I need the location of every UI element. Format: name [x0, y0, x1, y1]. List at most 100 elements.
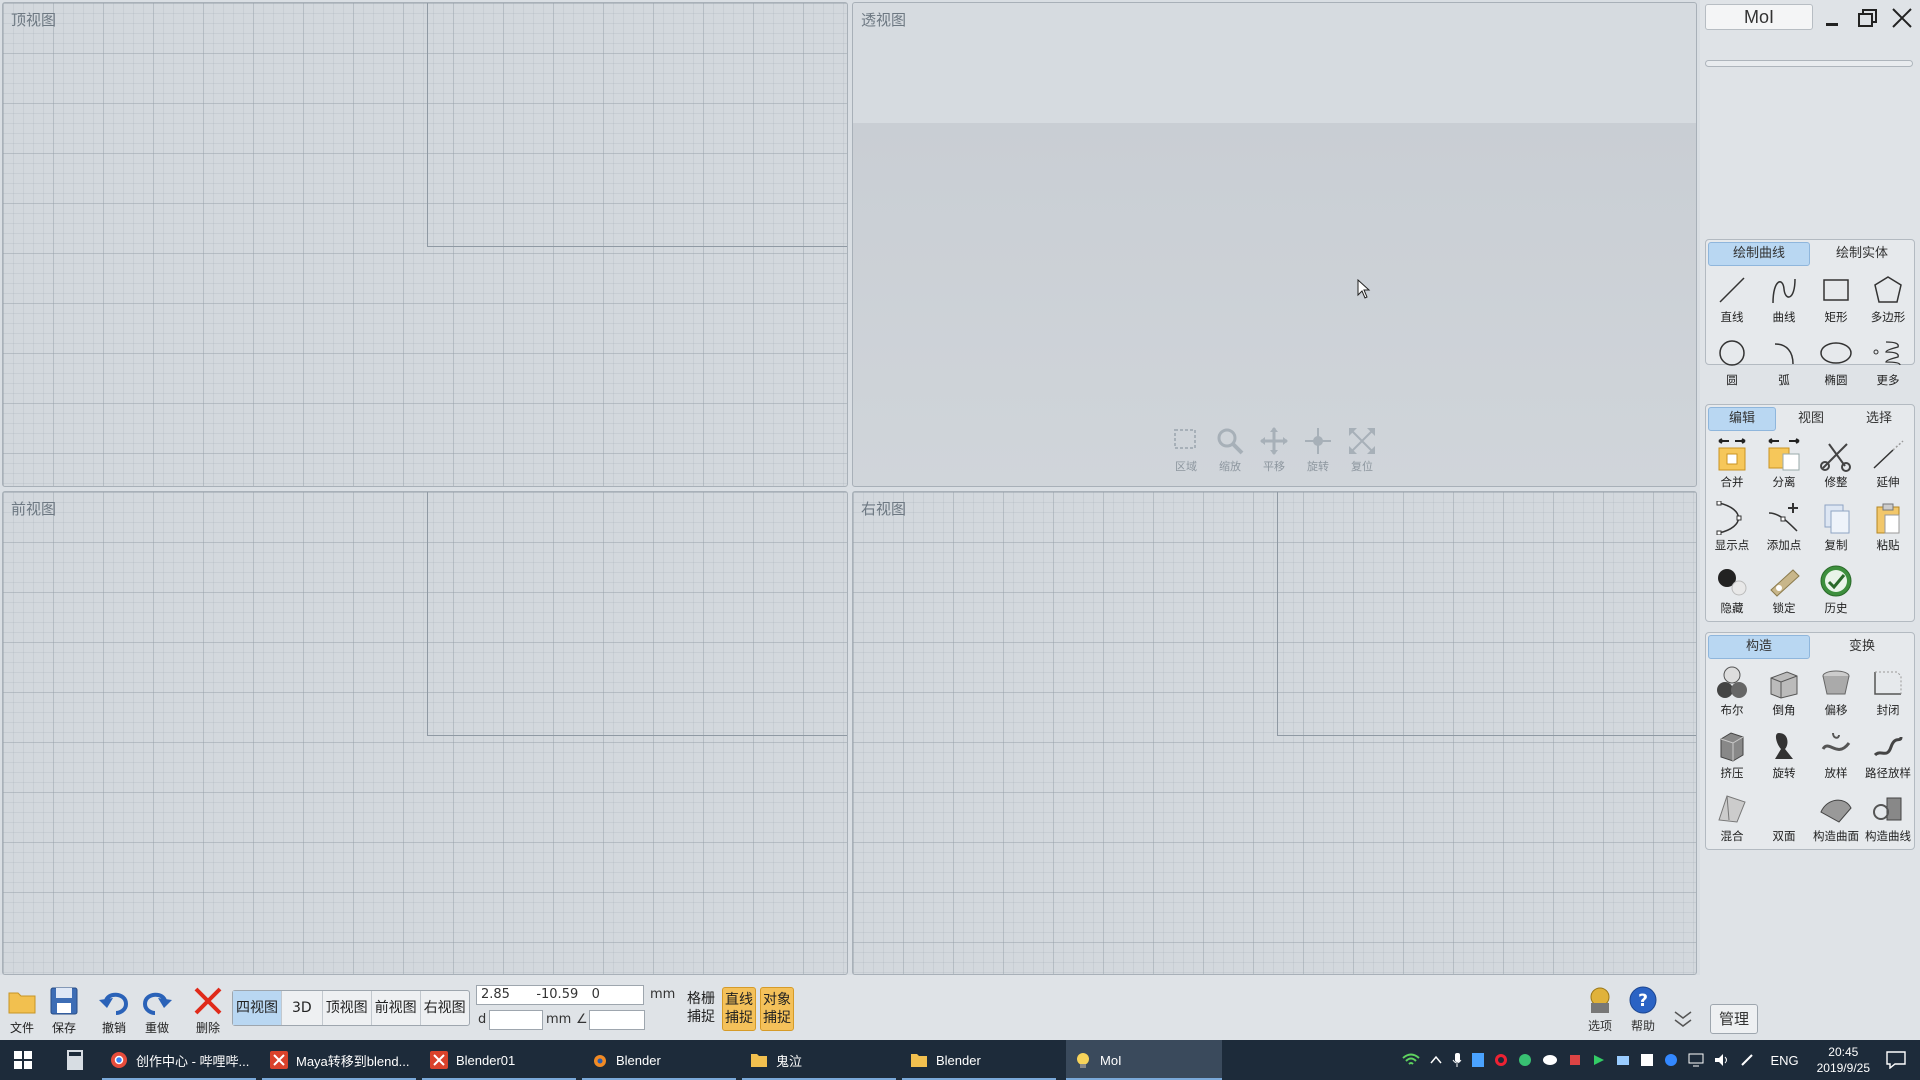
paste-tool[interactable]: 粘贴 — [1862, 496, 1914, 559]
maximize-button[interactable] — [1852, 4, 1884, 32]
rotate-tool[interactable]: 旋转 — [1300, 426, 1336, 474]
viewport-top[interactable]: 顶视图 — [2, 2, 848, 487]
construct-panel: 构造 变换 布尔 倒角 偏移 封闭 挤压 旋转 放样 路径放样 混合 双面 构造… — [1705, 632, 1915, 850]
offset-tool[interactable]: 偏移 — [1810, 661, 1862, 724]
fillet-tool[interactable]: 倒角 — [1758, 661, 1810, 724]
close-icon — [1892, 8, 1912, 28]
arc-tool[interactable]: 弧 — [1758, 331, 1810, 394]
more-tool[interactable]: 更多 — [1862, 331, 1914, 394]
taskbar-item-moi[interactable]: MoI — [1066, 1040, 1222, 1080]
view-front[interactable]: 前视图 — [372, 991, 421, 1025]
tab-view[interactable]: 视图 — [1778, 407, 1844, 431]
extend-tool[interactable]: 延伸 — [1862, 433, 1914, 496]
loft-tool[interactable]: 放样 — [1810, 724, 1862, 787]
boolean-icon — [1717, 666, 1747, 698]
calculator-app[interactable] — [56, 1040, 96, 1080]
tab-transform[interactable]: 变换 — [1812, 635, 1912, 659]
notification-icon — [1886, 1051, 1906, 1069]
collapse-button[interactable] — [1672, 1008, 1694, 1034]
file-button[interactable]: 文件 — [2, 983, 42, 1036]
region-icon — [1174, 429, 1196, 449]
minimize-button[interactable] — [1816, 4, 1848, 32]
help-button[interactable]: ? 帮助 — [1623, 983, 1663, 1034]
taskbar-item-folder-guiqi[interactable]: 鬼泣 — [742, 1040, 896, 1080]
zoom-region-tool[interactable]: 区域 — [1168, 426, 1204, 474]
viewport-right[interactable]: 右视图 — [852, 491, 1697, 975]
zoom-tool[interactable]: 缩放 — [1212, 426, 1248, 474]
taskbar-item-blender01[interactable]: Blender01 — [422, 1040, 576, 1080]
grid-snap-toggle[interactable]: 格栅 捕捉 — [684, 987, 718, 1031]
close-button[interactable] — [1886, 4, 1918, 32]
object-snap-toggle[interactable]: 对象 捕捉 — [760, 987, 794, 1031]
options-button[interactable]: 选项 — [1580, 983, 1620, 1034]
show-points-icon — [1716, 501, 1742, 535]
separate-tool[interactable]: 分离 — [1758, 433, 1810, 496]
straight-snap-toggle[interactable]: 直线 捕捉 — [722, 987, 756, 1031]
ellipse-tool[interactable]: 椭圆 — [1810, 331, 1862, 394]
tab-draw-solid[interactable]: 绘制实体 — [1812, 242, 1912, 266]
show-points-tool[interactable]: 显示点 — [1706, 496, 1758, 559]
history-tool[interactable]: 历史 — [1810, 559, 1862, 622]
blend-tool[interactable]: 混合 — [1706, 787, 1758, 850]
loft-icon — [1821, 732, 1851, 751]
construct-curve-tool[interactable]: 构造曲线 — [1862, 787, 1914, 850]
construct-curve-icon — [1873, 797, 1902, 821]
view-four[interactable]: 四视图 — [233, 991, 282, 1025]
taskbar-item-folder-blender[interactable]: Blender — [902, 1040, 1056, 1080]
two-sided-tool[interactable]: 双面 — [1758, 787, 1810, 850]
pan-tool[interactable]: 平移 — [1256, 426, 1292, 474]
hide-tool[interactable]: 隐藏 — [1706, 559, 1758, 622]
taskbar-item-blender[interactable]: Blender — [582, 1040, 736, 1080]
view-3d[interactable]: 3D — [282, 991, 323, 1025]
curve-tool[interactable]: 曲线 — [1758, 268, 1810, 331]
view-right[interactable]: 右视图 — [421, 991, 469, 1025]
angle-input[interactable] — [589, 1010, 645, 1030]
polygon-tool[interactable]: 多边形 — [1862, 268, 1914, 331]
redo-button[interactable]: 重做 — [137, 983, 177, 1036]
undo-button[interactable]: 撤销 — [94, 983, 134, 1036]
viewport-front[interactable]: 前视图 — [2, 491, 848, 975]
revolve-tool[interactable]: 旋转 — [1758, 724, 1810, 787]
sweep-tool[interactable]: 路径放样 — [1862, 724, 1914, 787]
distance-input[interactable] — [489, 1010, 543, 1030]
lock-tool[interactable]: 锁定 — [1758, 559, 1810, 622]
tab-edit[interactable]: 编辑 — [1708, 407, 1776, 431]
rectangle-tool[interactable]: 矩形 — [1810, 268, 1862, 331]
system-tray: ENG 20:45 2019/9/25 — [1402, 1040, 1920, 1080]
expand-icon — [1349, 428, 1375, 454]
manage-button[interactable]: 管理 — [1710, 1004, 1758, 1034]
copy-tool[interactable]: 复制 — [1810, 496, 1862, 559]
boolean-tool[interactable]: 布尔 — [1706, 661, 1758, 724]
construct-surface-tool[interactable]: 构造曲面 — [1810, 787, 1862, 850]
trim-tool[interactable]: 修整 — [1810, 433, 1862, 496]
input-language[interactable]: ENG — [1770, 1053, 1798, 1068]
spiral-icon — [1873, 341, 1901, 366]
draw-panel: 绘制曲线 绘制实体 直线 曲线 矩形 多边形 圆 弧 椭圆 更多 — [1705, 239, 1915, 387]
add-point-icon — [1768, 503, 1798, 532]
taskbar-item-chrome[interactable]: 创作中心 - 哔哩哔... — [102, 1040, 256, 1080]
distance-label: d — [478, 1012, 487, 1027]
start-button[interactable] — [0, 1040, 46, 1080]
coordinate-input[interactable]: 2.85 -10.59 0 — [476, 985, 644, 1005]
reset-tool[interactable]: 复位 — [1344, 426, 1380, 474]
cap-tool[interactable]: 封闭 — [1862, 661, 1914, 724]
tab-select[interactable]: 选择 — [1846, 407, 1912, 431]
clock[interactable]: 20:45 2019/9/25 — [1817, 1044, 1870, 1076]
extrude-tool[interactable]: 挤压 — [1706, 724, 1758, 787]
line-tool[interactable]: 直线 — [1706, 268, 1758, 331]
folder-icon — [911, 1054, 927, 1067]
view-top[interactable]: 顶视图 — [323, 991, 372, 1025]
add-point-tool[interactable]: 添加点 — [1758, 496, 1810, 559]
circle-tool[interactable]: 圆 — [1706, 331, 1758, 394]
tab-construct[interactable]: 构造 — [1708, 635, 1810, 659]
folder-icon — [751, 1054, 767, 1067]
viewport-label: 透视图 — [861, 11, 907, 29]
fillet-icon — [1770, 671, 1798, 699]
taskbar-item-maya-doc[interactable]: Maya转移到blend... — [262, 1040, 416, 1080]
viewport-perspective[interactable]: 透视图 — [852, 2, 1697, 487]
save-button[interactable]: 保存 — [44, 983, 84, 1036]
delete-button[interactable]: 删除 — [188, 983, 228, 1036]
tab-draw-curve[interactable]: 绘制曲线 — [1708, 242, 1810, 266]
extrude-icon — [1720, 732, 1744, 762]
join-tool[interactable]: 合并 — [1706, 433, 1758, 496]
